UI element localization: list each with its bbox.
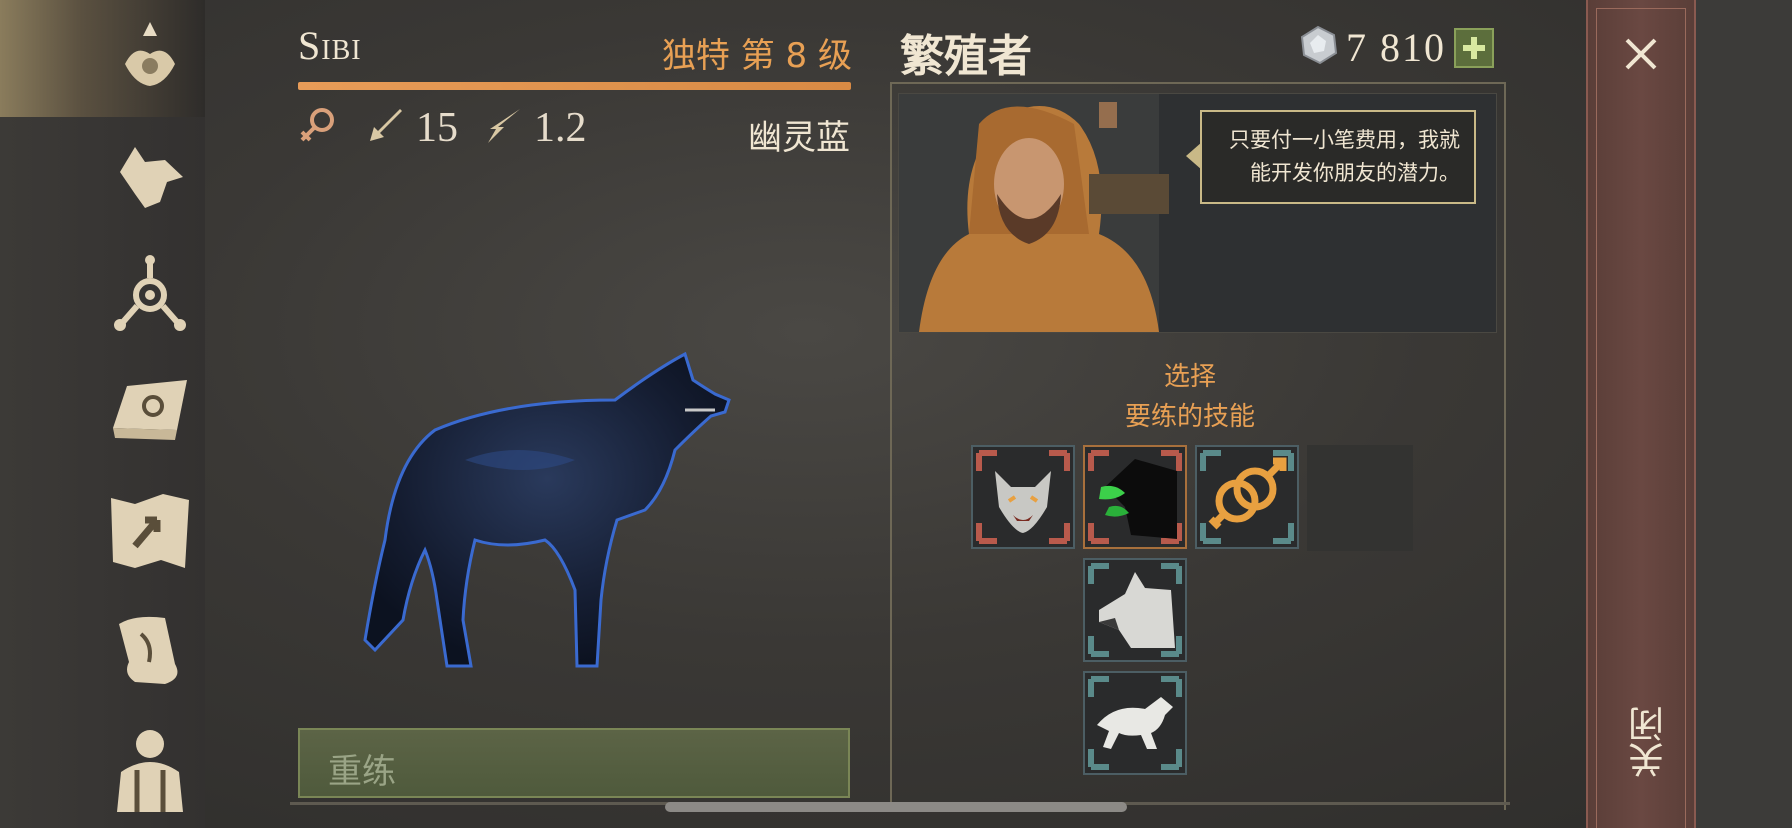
sidebar-item-character[interactable] [105,722,195,812]
sidebar-item-scroll[interactable] [105,604,195,694]
map-icon [111,494,189,568]
select-prompt-line1: 选择 [1163,362,1216,392]
silver-gem-icon [1298,25,1338,70]
close-frame [1596,8,1686,828]
growling-wolf-icon [976,450,1070,544]
sun-book-icon [113,380,187,440]
retrain-label: 重练 [328,752,396,792]
skill-green-fang-wolf[interactable] [1083,445,1187,549]
pet-rank: 独特 第 8 级 [661,36,852,76]
pet-name: Sibi [298,23,362,68]
green-fang-wolf-icon [1088,450,1182,544]
skill-running-wolf[interactable] [1083,671,1187,775]
sidebar-item-pack[interactable] [105,14,195,104]
section-title: 繁殖者 [900,31,1032,82]
white-wolf-head-icon [1088,563,1182,657]
sidebar-item-target[interactable] [105,250,195,340]
close-label: 关闭 [1629,706,1670,778]
sidebar-item-journal[interactable] [105,368,195,458]
speed-icon [482,105,524,152]
skill-gender-symbol[interactable] [1195,445,1299,549]
sidebar [0,0,205,828]
add-currency-button[interactable] [1454,27,1494,68]
coat-color: 幽灵蓝 [748,118,850,158]
title-underline [298,82,851,90]
female-gender-icon [296,105,338,152]
attack-icon [364,105,406,152]
wolf-head-icon [120,147,183,208]
screen-edge [1696,0,1792,828]
close-button[interactable]: 关闭 [1586,0,1696,828]
skill-growling-wolf[interactable] [971,445,1075,549]
currency-amount: 7 810 [1346,25,1446,70]
close-icon [1625,38,1657,70]
target-icon [114,255,186,331]
speed-value: 1.2 [534,105,587,151]
speech-bubble: 只要付一小笔费用，我就能开发你朋友的潜力。 [1200,110,1476,204]
scroll-icon [119,616,178,684]
select-prompt-line2: 要练的技能 [1124,402,1255,432]
attack-value: 15 [416,105,458,151]
pet-wolf-image [355,340,835,670]
plus-icon [1463,36,1485,59]
sidebar-item-wolf[interactable] [105,132,195,222]
gender-symbol-icon [1200,450,1294,544]
running-wolf-icon [1088,676,1182,770]
skill-white-wolf-head[interactable] [1083,558,1187,662]
pet-stats: 15 1.2 [296,104,601,152]
currency-display: 7 810 [1298,24,1494,71]
sidebar-item-map[interactable] [105,486,195,576]
pack-icon [125,22,175,86]
skill-slot-empty [1307,445,1413,551]
retrain-button[interactable]: 重练 [298,728,850,798]
home-indicator[interactable] [665,802,1127,812]
character-icon [117,730,183,812]
